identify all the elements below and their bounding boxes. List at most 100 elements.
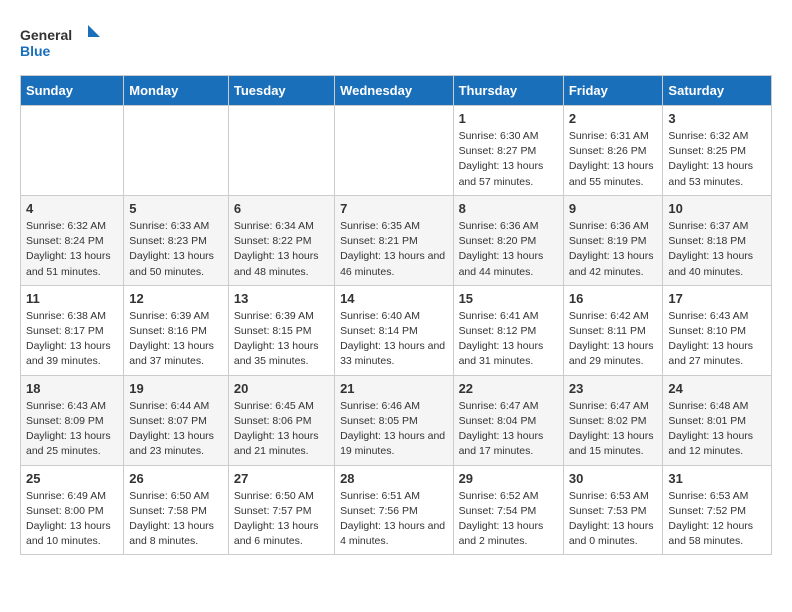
calendar-cell: 26 Sunrise: 6:50 AMSunset: 7:58 PMDaylig… [124, 465, 229, 555]
day-number: 26 [129, 471, 223, 486]
day-info: Sunrise: 6:44 AMSunset: 8:07 PMDaylight:… [129, 399, 223, 460]
calendar-cell: 20 Sunrise: 6:45 AMSunset: 8:06 PMDaylig… [228, 375, 334, 465]
day-info: Sunrise: 6:46 AMSunset: 8:05 PMDaylight:… [340, 399, 447, 460]
calendar-cell: 1 Sunrise: 6:30 AMSunset: 8:27 PMDayligh… [453, 106, 563, 196]
day-number: 18 [26, 381, 118, 396]
calendar-cell: 29 Sunrise: 6:52 AMSunset: 7:54 PMDaylig… [453, 465, 563, 555]
weekday-header: Wednesday [335, 76, 453, 106]
day-number: 24 [668, 381, 766, 396]
logo-icon: General Blue [20, 20, 100, 65]
day-number: 21 [340, 381, 447, 396]
day-number: 22 [459, 381, 558, 396]
day-info: Sunrise: 6:49 AMSunset: 8:00 PMDaylight:… [26, 489, 118, 550]
day-number: 8 [459, 201, 558, 216]
day-info: Sunrise: 6:43 AMSunset: 8:09 PMDaylight:… [26, 399, 118, 460]
day-info: Sunrise: 6:50 AMSunset: 7:58 PMDaylight:… [129, 489, 223, 550]
calendar-cell: 3 Sunrise: 6:32 AMSunset: 8:25 PMDayligh… [663, 106, 772, 196]
calendar-cell: 13 Sunrise: 6:39 AMSunset: 8:15 PMDaylig… [228, 285, 334, 375]
calendar-cell [21, 106, 124, 196]
calendar-week-row: 11 Sunrise: 6:38 AMSunset: 8:17 PMDaylig… [21, 285, 772, 375]
day-number: 19 [129, 381, 223, 396]
day-info: Sunrise: 6:43 AMSunset: 8:10 PMDaylight:… [668, 309, 766, 370]
day-info: Sunrise: 6:36 AMSunset: 8:19 PMDaylight:… [569, 219, 658, 280]
calendar-cell: 19 Sunrise: 6:44 AMSunset: 8:07 PMDaylig… [124, 375, 229, 465]
calendar-cell: 17 Sunrise: 6:43 AMSunset: 8:10 PMDaylig… [663, 285, 772, 375]
calendar-cell: 6 Sunrise: 6:34 AMSunset: 8:22 PMDayligh… [228, 195, 334, 285]
calendar-cell: 21 Sunrise: 6:46 AMSunset: 8:05 PMDaylig… [335, 375, 453, 465]
day-info: Sunrise: 6:52 AMSunset: 7:54 PMDaylight:… [459, 489, 558, 550]
calendar-cell: 7 Sunrise: 6:35 AMSunset: 8:21 PMDayligh… [335, 195, 453, 285]
calendar-cell: 24 Sunrise: 6:48 AMSunset: 8:01 PMDaylig… [663, 375, 772, 465]
calendar-cell: 30 Sunrise: 6:53 AMSunset: 7:53 PMDaylig… [563, 465, 663, 555]
weekday-header: Thursday [453, 76, 563, 106]
day-number: 15 [459, 291, 558, 306]
day-number: 20 [234, 381, 329, 396]
day-number: 31 [668, 471, 766, 486]
calendar-cell: 9 Sunrise: 6:36 AMSunset: 8:19 PMDayligh… [563, 195, 663, 285]
day-info: Sunrise: 6:50 AMSunset: 7:57 PMDaylight:… [234, 489, 329, 550]
day-info: Sunrise: 6:32 AMSunset: 8:25 PMDaylight:… [668, 129, 766, 190]
calendar-table: SundayMondayTuesdayWednesdayThursdayFrid… [20, 75, 772, 555]
day-info: Sunrise: 6:31 AMSunset: 8:26 PMDaylight:… [569, 129, 658, 190]
day-number: 6 [234, 201, 329, 216]
day-info: Sunrise: 6:47 AMSunset: 8:02 PMDaylight:… [569, 399, 658, 460]
day-info: Sunrise: 6:53 AMSunset: 7:52 PMDaylight:… [668, 489, 766, 550]
day-number: 27 [234, 471, 329, 486]
day-number: 7 [340, 201, 447, 216]
calendar-cell: 16 Sunrise: 6:42 AMSunset: 8:11 PMDaylig… [563, 285, 663, 375]
calendar-cell: 11 Sunrise: 6:38 AMSunset: 8:17 PMDaylig… [21, 285, 124, 375]
day-info: Sunrise: 6:30 AMSunset: 8:27 PMDaylight:… [459, 129, 558, 190]
weekday-header-row: SundayMondayTuesdayWednesdayThursdayFrid… [21, 76, 772, 106]
day-number: 29 [459, 471, 558, 486]
calendar-cell: 12 Sunrise: 6:39 AMSunset: 8:16 PMDaylig… [124, 285, 229, 375]
calendar-cell: 22 Sunrise: 6:47 AMSunset: 8:04 PMDaylig… [453, 375, 563, 465]
day-number: 16 [569, 291, 658, 306]
header: General Blue [20, 20, 772, 65]
day-number: 10 [668, 201, 766, 216]
calendar-week-row: 1 Sunrise: 6:30 AMSunset: 8:27 PMDayligh… [21, 106, 772, 196]
svg-text:Blue: Blue [20, 43, 51, 59]
day-number: 30 [569, 471, 658, 486]
day-info: Sunrise: 6:37 AMSunset: 8:18 PMDaylight:… [668, 219, 766, 280]
day-info: Sunrise: 6:48 AMSunset: 8:01 PMDaylight:… [668, 399, 766, 460]
day-info: Sunrise: 6:47 AMSunset: 8:04 PMDaylight:… [459, 399, 558, 460]
calendar-cell: 15 Sunrise: 6:41 AMSunset: 8:12 PMDaylig… [453, 285, 563, 375]
day-info: Sunrise: 6:33 AMSunset: 8:23 PMDaylight:… [129, 219, 223, 280]
calendar-week-row: 18 Sunrise: 6:43 AMSunset: 8:09 PMDaylig… [21, 375, 772, 465]
calendar-cell: 8 Sunrise: 6:36 AMSunset: 8:20 PMDayligh… [453, 195, 563, 285]
day-number: 2 [569, 111, 658, 126]
day-number: 13 [234, 291, 329, 306]
calendar-cell: 2 Sunrise: 6:31 AMSunset: 8:26 PMDayligh… [563, 106, 663, 196]
day-number: 17 [668, 291, 766, 306]
calendar-cell [335, 106, 453, 196]
calendar-cell: 25 Sunrise: 6:49 AMSunset: 8:00 PMDaylig… [21, 465, 124, 555]
day-number: 12 [129, 291, 223, 306]
day-info: Sunrise: 6:39 AMSunset: 8:16 PMDaylight:… [129, 309, 223, 370]
day-info: Sunrise: 6:42 AMSunset: 8:11 PMDaylight:… [569, 309, 658, 370]
day-info: Sunrise: 6:41 AMSunset: 8:12 PMDaylight:… [459, 309, 558, 370]
day-number: 5 [129, 201, 223, 216]
weekday-header: Sunday [21, 76, 124, 106]
weekday-header: Saturday [663, 76, 772, 106]
calendar-cell: 31 Sunrise: 6:53 AMSunset: 7:52 PMDaylig… [663, 465, 772, 555]
logo: General Blue [20, 20, 100, 65]
calendar-cell: 18 Sunrise: 6:43 AMSunset: 8:09 PMDaylig… [21, 375, 124, 465]
calendar-cell [228, 106, 334, 196]
day-number: 11 [26, 291, 118, 306]
day-number: 28 [340, 471, 447, 486]
weekday-header: Tuesday [228, 76, 334, 106]
calendar-cell: 4 Sunrise: 6:32 AMSunset: 8:24 PMDayligh… [21, 195, 124, 285]
day-info: Sunrise: 6:36 AMSunset: 8:20 PMDaylight:… [459, 219, 558, 280]
weekday-header: Friday [563, 76, 663, 106]
day-info: Sunrise: 6:32 AMSunset: 8:24 PMDaylight:… [26, 219, 118, 280]
day-info: Sunrise: 6:40 AMSunset: 8:14 PMDaylight:… [340, 309, 447, 370]
weekday-header: Monday [124, 76, 229, 106]
calendar-cell: 23 Sunrise: 6:47 AMSunset: 8:02 PMDaylig… [563, 375, 663, 465]
day-info: Sunrise: 6:53 AMSunset: 7:53 PMDaylight:… [569, 489, 658, 550]
svg-text:General: General [20, 27, 72, 43]
calendar-cell: 10 Sunrise: 6:37 AMSunset: 8:18 PMDaylig… [663, 195, 772, 285]
day-number: 23 [569, 381, 658, 396]
day-info: Sunrise: 6:38 AMSunset: 8:17 PMDaylight:… [26, 309, 118, 370]
calendar-cell: 28 Sunrise: 6:51 AMSunset: 7:56 PMDaylig… [335, 465, 453, 555]
day-number: 3 [668, 111, 766, 126]
